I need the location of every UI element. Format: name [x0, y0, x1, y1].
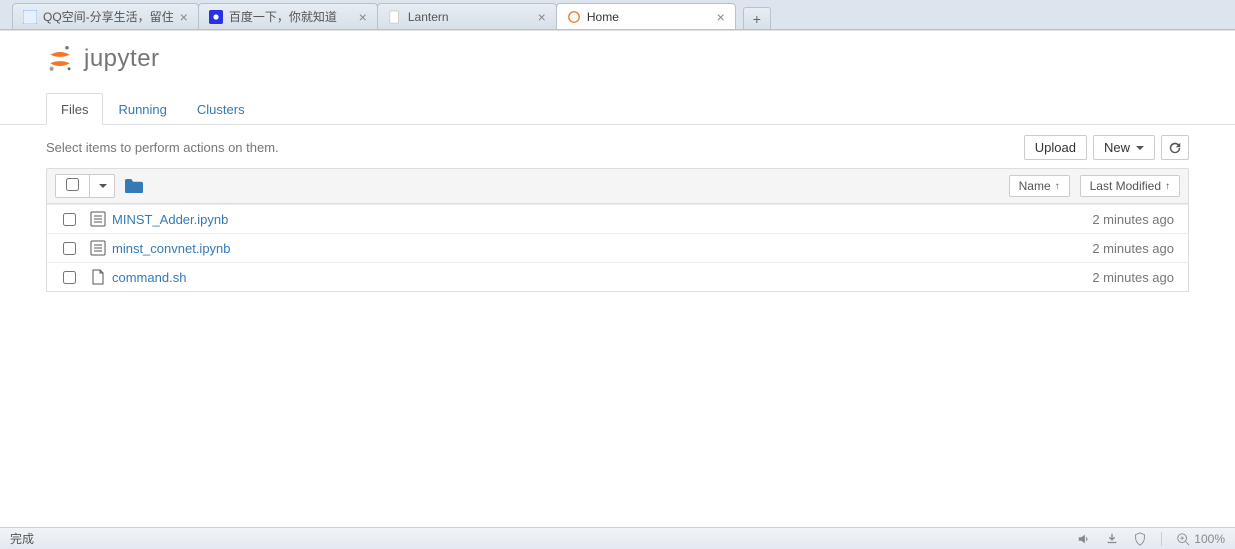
- new-label: New: [1104, 140, 1130, 155]
- baidu-icon: [209, 10, 223, 24]
- status-text: 完成: [10, 530, 34, 547]
- close-icon[interactable]: ×: [359, 9, 367, 25]
- zoom-icon: [1176, 532, 1190, 546]
- notebook-tabs: Files Running Clusters: [0, 93, 1235, 125]
- file-modified: 2 minutes ago: [1092, 212, 1180, 227]
- browser-tab-lantern[interactable]: Lantern ×: [377, 3, 557, 29]
- file-name-link[interactable]: command.sh: [112, 270, 1092, 285]
- sort-modified-button[interactable]: Last Modified ↑: [1080, 175, 1180, 197]
- close-icon[interactable]: ×: [717, 9, 725, 25]
- jupyter-logo[interactable]: jupyter: [46, 45, 160, 73]
- file-row[interactable]: command.sh 2 minutes ago: [47, 262, 1188, 291]
- arrow-up-icon: ↑: [1165, 181, 1170, 192]
- arrow-up-icon: ↑: [1055, 181, 1060, 192]
- sort-name-button[interactable]: Name ↑: [1009, 175, 1070, 197]
- close-icon[interactable]: ×: [538, 9, 546, 25]
- sound-icon[interactable]: [1077, 532, 1091, 546]
- jupyter-logo-icon: [46, 45, 74, 73]
- row-checkbox[interactable]: [63, 242, 76, 255]
- instruction-text: Select items to perform actions on them.: [46, 140, 279, 155]
- file-list-header: Name ↑ Last Modified ↑: [46, 168, 1189, 204]
- row-checkbox[interactable]: [63, 271, 76, 284]
- caret-down-icon: [99, 184, 107, 188]
- refresh-icon: [1169, 142, 1181, 154]
- caret-down-icon: [1136, 146, 1144, 150]
- jupyter-icon: [567, 10, 581, 24]
- file-modified: 2 minutes ago: [1092, 241, 1180, 256]
- upload-button[interactable]: Upload: [1024, 135, 1087, 160]
- tab-label: 百度一下，你就知道: [229, 8, 353, 25]
- tab-files[interactable]: Files: [46, 93, 103, 125]
- close-icon[interactable]: ×: [180, 9, 188, 25]
- browser-tab-qq[interactable]: QQ空间-分享生活，留住 ×: [12, 3, 199, 29]
- zoom-value: 100%: [1194, 532, 1225, 546]
- refresh-button[interactable]: [1161, 135, 1189, 160]
- qq-icon: [23, 10, 37, 24]
- notebook-icon: [90, 211, 106, 227]
- notebook-icon: [90, 240, 106, 256]
- tab-running[interactable]: Running: [103, 93, 181, 125]
- select-dropdown-toggle[interactable]: [89, 175, 114, 197]
- toolbar: Select items to perform actions on them.…: [0, 125, 1235, 168]
- sort-name-label: Name: [1019, 179, 1051, 193]
- tab-label: Lantern: [408, 10, 532, 24]
- tab-clusters[interactable]: Clusters: [182, 93, 260, 125]
- new-button[interactable]: New: [1093, 135, 1155, 160]
- file-row[interactable]: minst_convnet.ipynb 2 minutes ago: [47, 233, 1188, 262]
- tab-label: QQ空间-分享生活，留住: [43, 8, 174, 25]
- shield-icon[interactable]: [1133, 532, 1147, 546]
- file-row[interactable]: MINST_Adder.ipynb 2 minutes ago: [47, 204, 1188, 233]
- folder-icon[interactable]: [125, 179, 143, 193]
- file-name-link[interactable]: MINST_Adder.ipynb: [112, 212, 1092, 227]
- browser-tab-home[interactable]: Home ×: [556, 3, 736, 29]
- page-icon: [388, 10, 402, 24]
- page-content: jupyter Files Running Clusters Select it…: [0, 30, 1235, 292]
- row-checkbox[interactable]: [63, 213, 76, 226]
- sort-modified-label: Last Modified: [1090, 179, 1161, 193]
- tab-label: Home: [587, 10, 711, 24]
- select-all-dropdown[interactable]: [55, 174, 115, 198]
- select-all-checkbox[interactable]: [66, 178, 79, 191]
- new-tab-button[interactable]: +: [743, 7, 771, 29]
- file-name-link[interactable]: minst_convnet.ipynb: [112, 241, 1092, 256]
- browser-tab-baidu[interactable]: 百度一下，你就知道 ×: [198, 3, 378, 29]
- browser-tab-strip: QQ空间-分享生活，留住 × 百度一下，你就知道 × Lantern × Hom…: [0, 0, 1235, 30]
- browser-statusbar: 完成 100%: [0, 527, 1235, 549]
- file-modified: 2 minutes ago: [1092, 270, 1180, 285]
- logo-text: jupyter: [84, 45, 160, 73]
- download-icon[interactable]: [1105, 532, 1119, 546]
- zoom-control[interactable]: 100%: [1176, 532, 1225, 546]
- file-icon: [90, 269, 106, 285]
- file-list: MINST_Adder.ipynb 2 minutes ago minst_co…: [46, 204, 1189, 292]
